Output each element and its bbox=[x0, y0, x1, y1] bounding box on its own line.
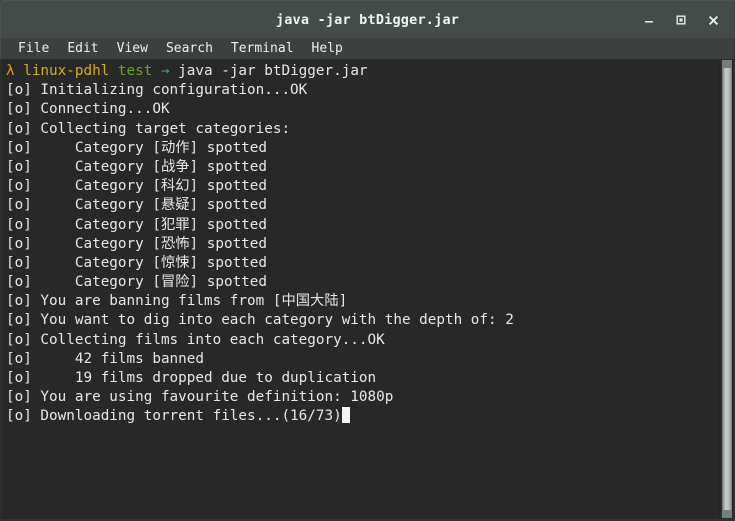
log-prefix: [o] bbox=[6, 274, 32, 291]
log-prefix: [o] bbox=[6, 331, 32, 348]
window-title: java -jar btDigger.jar bbox=[275, 11, 460, 28]
menu-item-file[interactable]: File bbox=[9, 38, 58, 59]
terminal-log-line: [o] Category [动作] spotted bbox=[6, 139, 719, 158]
log-text: Category [冒险] spotted bbox=[31, 274, 268, 291]
log-prefix: [o] bbox=[6, 312, 32, 329]
log-prefix: [o] bbox=[6, 350, 32, 367]
log-prefix: [o] bbox=[6, 254, 32, 271]
log-text: Category [犯罪] spotted bbox=[31, 216, 268, 233]
terminal-screen[interactable]: λ linux-pdhl test → java -jar btDigger.j… bbox=[2, 59, 719, 519]
prompt-command: java -jar btDigger.jar bbox=[178, 63, 368, 79]
log-prefix: [o] bbox=[6, 235, 32, 252]
terminal-log-line: [o] Category [战争] spotted bbox=[6, 158, 719, 177]
log-text: Category [科幻] spotted bbox=[31, 178, 268, 195]
maximize-icon bbox=[676, 15, 686, 25]
log-text: Category [恐怖] spotted bbox=[31, 235, 268, 252]
log-prefix: [o] bbox=[6, 178, 32, 195]
terminal-body[interactable]: λ linux-pdhl test → java -jar btDigger.j… bbox=[0, 59, 735, 521]
terminal-log-line: [o] Category [科幻] spotted bbox=[6, 177, 719, 196]
terminal-log-line: [o] Category [犯罪] spotted bbox=[6, 216, 719, 235]
terminal-log-line: [o] You want to dig into each category w… bbox=[6, 311, 719, 330]
menu-item-search[interactable]: Search bbox=[157, 38, 222, 59]
terminal-log-output: [o] Initializing configuration...OK [o] C… bbox=[6, 81, 719, 426]
log-text: Category [惊悚] spotted bbox=[31, 254, 268, 271]
menu-item-terminal[interactable]: Terminal bbox=[222, 38, 303, 59]
log-text: Collecting target categories: bbox=[31, 120, 291, 137]
menu-item-view[interactable]: View bbox=[108, 38, 157, 59]
close-icon bbox=[708, 15, 718, 25]
log-text: 42 films banned bbox=[31, 350, 204, 367]
log-text: Category [悬疑] spotted bbox=[31, 197, 268, 214]
prompt-line: λ linux-pdhl test → java -jar btDigger.j… bbox=[6, 62, 719, 81]
minimize-button[interactable] bbox=[634, 6, 664, 34]
menu-item-help[interactable]: Help bbox=[303, 38, 352, 59]
log-text: Downloading torrent files...(16/73) bbox=[31, 408, 342, 425]
minimize-icon bbox=[645, 21, 653, 23]
terminal-log-line: [o] 19 films dropped due to duplication bbox=[6, 369, 719, 388]
close-button[interactable] bbox=[698, 6, 728, 34]
log-prefix: [o] bbox=[6, 158, 32, 175]
terminal-window: java -jar btDigger.jar File Edit View Se… bbox=[0, 0, 735, 521]
prompt-host: linux-pdhl bbox=[23, 63, 110, 79]
terminal-log-line: [o] You are banning films from [中国大陆] bbox=[6, 292, 719, 311]
log-prefix: [o] bbox=[6, 370, 32, 386]
log-prefix: [o] bbox=[6, 293, 32, 310]
terminal-log-line: [o] Collecting target categories: bbox=[6, 120, 719, 139]
terminal-log-line: [o] You are using favourite definition: … bbox=[6, 388, 719, 407]
scrollbar-thumb[interactable] bbox=[722, 60, 732, 518]
terminal-log-line: [o] Category [悬疑] spotted bbox=[6, 196, 719, 215]
window-controls bbox=[634, 1, 728, 39]
log-text: You are using favourite definition: 1080… bbox=[31, 389, 394, 406]
log-text: Category [战争] spotted bbox=[31, 158, 268, 175]
terminal-scrollbar[interactable] bbox=[719, 59, 734, 519]
menu-item-edit[interactable]: Edit bbox=[58, 38, 107, 59]
menubar: File Edit View Search Terminal Help bbox=[0, 38, 735, 59]
log-text: Initializing configuration...OK bbox=[31, 82, 308, 99]
log-text: 19 films dropped due to duplication bbox=[31, 370, 377, 386]
log-text: Category [动作] spotted bbox=[31, 139, 268, 156]
text-cursor bbox=[341, 407, 351, 424]
log-prefix: [o] bbox=[6, 408, 32, 425]
log-prefix: [o] bbox=[6, 389, 32, 406]
log-text: Connecting...OK bbox=[31, 101, 170, 118]
terminal-log-line: [o] Category [冒险] spotted bbox=[6, 273, 719, 292]
terminal-log-line: [o] Collecting films into each category.… bbox=[6, 331, 719, 350]
log-prefix: [o] bbox=[6, 120, 32, 137]
log-text: You want to dig into each category with … bbox=[31, 312, 514, 329]
maximize-button[interactable] bbox=[666, 6, 696, 34]
terminal-log-line: [o] Category [恐怖] spotted bbox=[6, 235, 719, 254]
log-prefix: [o] bbox=[6, 82, 32, 99]
log-prefix: [o] bbox=[6, 139, 32, 156]
terminal-log-line: [o] 42 films banned bbox=[6, 350, 719, 369]
terminal-log-line: [o] Connecting...OK bbox=[6, 100, 719, 119]
window-titlebar[interactable]: java -jar btDigger.jar bbox=[0, 0, 735, 38]
prompt-directory: test bbox=[117, 63, 153, 79]
prompt-arrow-icon: → bbox=[160, 63, 170, 79]
log-prefix: [o] bbox=[6, 101, 32, 118]
terminal-log-line: [o] Downloading torrent files...(16/73) bbox=[6, 407, 719, 426]
terminal-log-line: [o] Initializing configuration...OK bbox=[6, 81, 719, 100]
log-prefix: [o] bbox=[6, 197, 32, 214]
prompt-lambda: λ bbox=[6, 63, 15, 79]
terminal-log-line: [o] Category [惊悚] spotted bbox=[6, 254, 719, 273]
log-text: You are banning films from [中国大陆] bbox=[31, 293, 348, 310]
log-text: Collecting films into each category...OK bbox=[31, 331, 385, 348]
log-prefix: [o] bbox=[6, 216, 32, 233]
